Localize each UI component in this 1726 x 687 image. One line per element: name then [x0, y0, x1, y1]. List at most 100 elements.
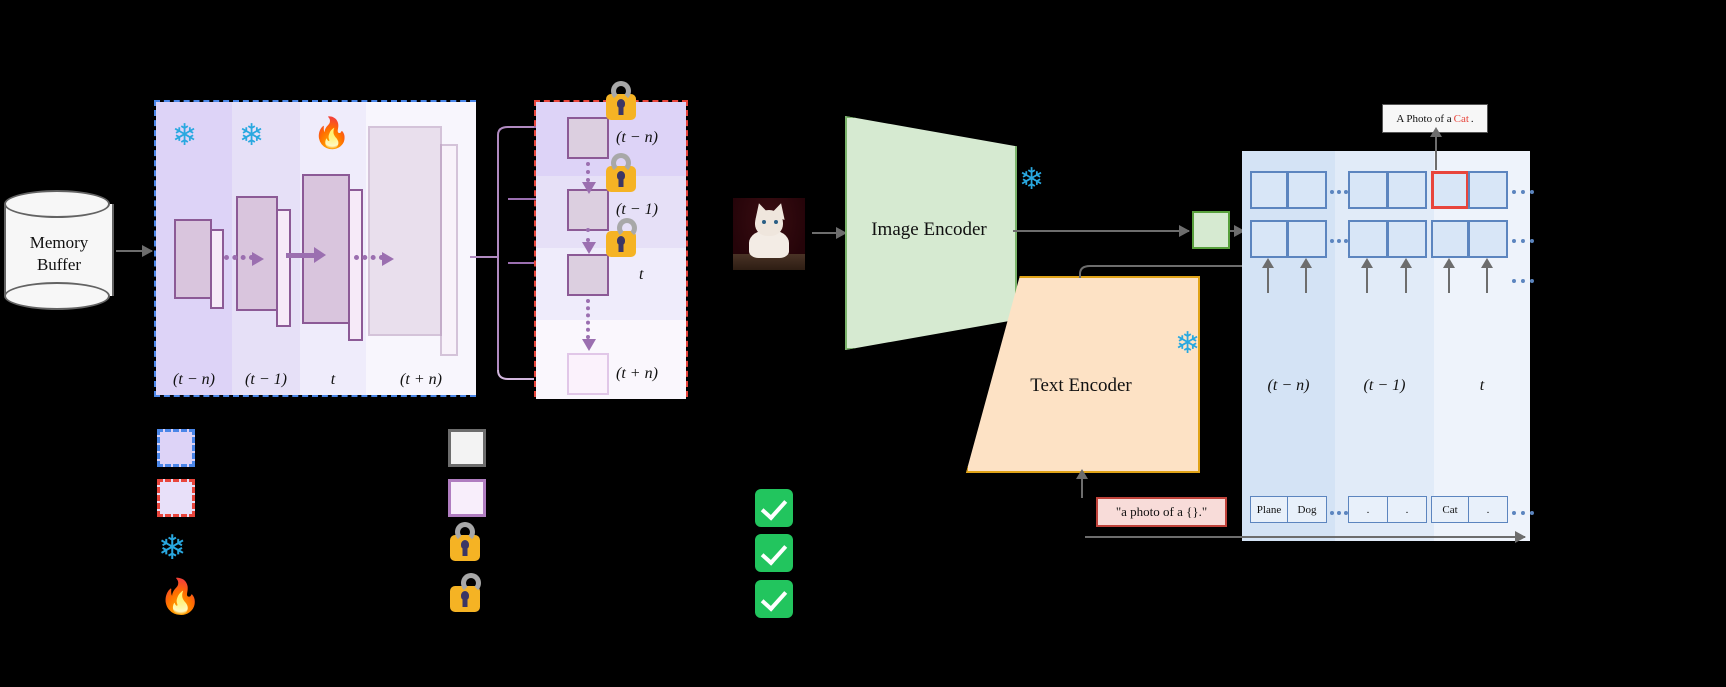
selected-cell-to-callout-arrow [1430, 127, 1442, 170]
text-encoder-label: Text Encoder [1030, 375, 1132, 396]
class-label-cell[interactable]: . [1348, 496, 1388, 523]
layer-plate-0 [174, 219, 224, 309]
matrix-arrow-dots [1512, 279, 1534, 283]
matrix-up-arrow [1443, 258, 1455, 293]
layer-plate-3 [368, 126, 462, 366]
matrix-cell[interactable] [1431, 220, 1469, 258]
prompt-chain-arrow-2 [582, 299, 596, 351]
matrix-cell[interactable] [1387, 220, 1427, 258]
matrix-row-dots [1512, 190, 1534, 194]
class-label-cell[interactable]: . [1468, 496, 1508, 523]
prompt-label-1: (t − 1) [616, 201, 658, 218]
matrix-up-arrow [1361, 258, 1373, 293]
matrix-column-1: (t − 1) [1335, 151, 1434, 541]
matrix-cell[interactable] [1468, 220, 1508, 258]
legend-blue-dashed-swatch [157, 429, 195, 467]
similarity-matrix-panel: (t − n) (t − 1) t Plane Dog . . Cat . [1242, 151, 1534, 541]
matrix-up-arrow [1300, 258, 1312, 293]
text-encoder-output-connector [1079, 265, 1252, 278]
legend-gray-solid-swatch [448, 429, 486, 467]
snowflake-icon: ❄ [172, 119, 198, 152]
matrix-cell-selected[interactable] [1431, 171, 1469, 209]
stage-label-0: (t − n) [173, 371, 215, 388]
prompt-row-2 [536, 248, 686, 320]
legend-flame-icon: 🔥 [159, 579, 202, 616]
snowflake-icon: ❄ [239, 119, 265, 152]
matrix-up-arrow [1400, 258, 1412, 293]
lock-open-icon [606, 218, 637, 257]
prediction-highlight: Cat [1453, 112, 1469, 125]
prediction-suffix: . [1470, 112, 1474, 125]
prompt-box-2 [567, 254, 609, 296]
prompt-row-3 [536, 320, 686, 399]
plate-flow-arrow-0 [224, 252, 264, 266]
buffer-to-model-arrow [116, 245, 153, 257]
image-encoder-label: Image Encoder [871, 219, 987, 240]
legend-snowflake-icon: ❄ [158, 530, 187, 567]
memory-buffer-line1: Memory [29, 233, 89, 252]
matrix-cell[interactable] [1287, 171, 1327, 209]
prompt-label-3: (t + n) [616, 365, 658, 382]
plate-flow-arrow-1 [286, 247, 326, 263]
check-icon-1 [755, 489, 793, 527]
legend-lock-closed-icon [450, 522, 480, 561]
matrix-column-label-0: (t − n) [1267, 377, 1310, 394]
matrix-row-dots [1330, 239, 1348, 243]
check-icon-3 [755, 580, 793, 618]
memory-buffer-line2: Buffer [36, 255, 82, 274]
memory-buffer: Memory Buffer [4, 190, 114, 310]
prompt-chain-arrow-0 [582, 162, 596, 194]
check-icon-2 [755, 534, 793, 572]
matrix-column-label-2: t [1479, 377, 1485, 394]
matrix-cell[interactable] [1387, 171, 1427, 209]
matrix-cell[interactable] [1250, 220, 1288, 258]
timeline-arrow [1085, 531, 1526, 543]
class-label-cell[interactable]: Dog [1287, 496, 1327, 523]
prompt-box-0 [567, 117, 609, 159]
matrix-up-arrow [1262, 258, 1274, 293]
matrix-column-2: t [1434, 151, 1530, 541]
prompt-label-2: t [639, 266, 644, 283]
layer-plate-1 [236, 196, 294, 327]
matrix-cell[interactable] [1468, 171, 1508, 209]
cylinder-top [4, 190, 110, 218]
prediction-prefix: A Photo of a [1396, 112, 1452, 125]
model-stages-panel: (t − n) (t − 1) t (t + n) ❄ ❄ 🔥 [154, 100, 476, 397]
legend-red-dashed-swatch [157, 479, 195, 517]
matrix-cell[interactable] [1287, 220, 1327, 258]
class-label-dots [1512, 511, 1534, 515]
plate-flow-arrow-2 [354, 252, 394, 266]
matrix-up-arrow [1481, 258, 1493, 293]
image-to-encoder-arrow [812, 227, 847, 239]
matrix-cell[interactable] [1348, 171, 1388, 209]
image-embedding-square [1192, 211, 1230, 249]
stage-label-2: t [330, 371, 336, 388]
memory-buffer-label: Memory Buffer [4, 226, 114, 282]
input-image-cat [733, 198, 805, 270]
prompt-to-text-encoder-arrow [1076, 469, 1088, 498]
prompt-box-1 [567, 189, 609, 231]
class-label-cell[interactable]: . [1387, 496, 1427, 523]
matrix-cell[interactable] [1250, 171, 1288, 209]
stage-label-1: (t − 1) [245, 371, 287, 388]
matrix-row-dots [1512, 239, 1534, 243]
class-label-dots [1330, 511, 1348, 515]
matrix-column-0: (t − n) [1242, 151, 1335, 541]
text-encoder-snowflake-icon: ❄ [1175, 327, 1201, 360]
matrix-cell[interactable] [1348, 220, 1388, 258]
matrix-row-dots [1330, 190, 1348, 194]
class-label-cell[interactable]: Cat [1431, 496, 1469, 523]
lock-closed-icon [606, 153, 636, 192]
legend-lock-open-icon [450, 573, 481, 612]
class-label-cell[interactable]: Plane [1250, 496, 1288, 523]
fanout-connector [470, 126, 534, 380]
prompt-template-box: "a photo of a {}." [1096, 497, 1227, 527]
prompt-box-3 [567, 353, 609, 395]
cylinder-bottom [4, 282, 110, 310]
matrix-column-label-1: (t − 1) [1363, 377, 1406, 394]
prompt-label-0: (t − n) [616, 129, 658, 146]
lock-closed-icon [606, 81, 636, 120]
image-encoder-snowflake-icon: ❄ [1019, 163, 1045, 196]
flame-icon: 🔥 [313, 117, 351, 150]
legend-purple-solid-swatch [448, 479, 486, 517]
